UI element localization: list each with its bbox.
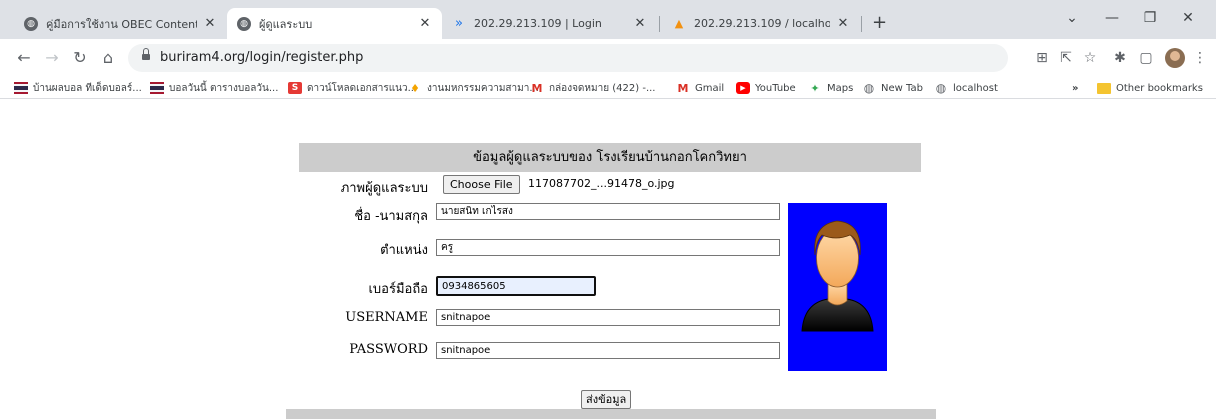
phone-input[interactable] bbox=[436, 276, 596, 296]
tab-strip: ◍ คู่มือการใช้งาน OBEC Content Cente ✕ ◍… bbox=[0, 0, 1216, 39]
position-label: ตำแหน่ง bbox=[380, 243, 428, 258]
extensions-puzzle-icon[interactable]: ✱ bbox=[1110, 48, 1130, 68]
folder-icon bbox=[1097, 82, 1111, 94]
form-header: ข้อมูลผู้ดูแลระบบของ โรงเรียนบ้านกอกโคกว… bbox=[299, 143, 921, 172]
bookmark-star-icon[interactable]: ☆ bbox=[1080, 48, 1100, 68]
maps-pin-icon: ✦ bbox=[810, 81, 820, 95]
thai-flag-icon bbox=[14, 82, 28, 94]
browser-toolbar: ← → ↻ ⌂ buriram4.org/login/register.php … bbox=[0, 39, 1216, 77]
photo-label: ภาพผู้ดูแลระบบ bbox=[340, 181, 428, 196]
globe-icon: ◍ bbox=[237, 16, 251, 31]
side-panel-icon[interactable]: ▢ bbox=[1136, 48, 1156, 68]
youtube-icon: ▶ bbox=[736, 82, 750, 94]
submit-button[interactable]: ส่งข้อมูล bbox=[581, 390, 632, 409]
username-label: USERNAME bbox=[345, 310, 428, 325]
gmail-icon: M bbox=[531, 81, 543, 95]
url-text: buriram4.org/login/register.php bbox=[160, 50, 364, 65]
bookmark-item[interactable]: บอลวันนี้ ตารางบอลวัน... bbox=[150, 80, 278, 96]
address-bar[interactable]: buriram4.org/login/register.php bbox=[128, 44, 1008, 72]
tab-title: 202.29.213.109 / localhost / burir bbox=[694, 17, 830, 30]
menu-kebab-icon[interactable]: ⋮ bbox=[1190, 48, 1210, 68]
bookmark-label: ดาวน์โหลดเอกสารแนว... bbox=[307, 82, 418, 94]
globe-icon: ◍ bbox=[935, 81, 947, 95]
bookmark-item[interactable]: M กล่องจดหมาย (422) -... bbox=[530, 80, 656, 96]
bookmark-label: บ้านผลบอล ทีเด็ดบอลร์... bbox=[33, 82, 142, 94]
fullname-input[interactable] bbox=[436, 203, 780, 220]
profile-avatar[interactable] bbox=[1165, 48, 1185, 68]
phpmyadmin-icon: ▲ bbox=[674, 17, 684, 30]
tab-separator bbox=[659, 16, 660, 32]
selected-file-name: 117087702_...91478_o.jpg bbox=[528, 177, 675, 190]
reload-icon[interactable]: ↻ bbox=[70, 48, 90, 68]
password-label: PASSWORD bbox=[349, 342, 428, 357]
bookmarks-overflow-chevron[interactable]: » bbox=[1072, 80, 1078, 96]
page-content: ข้อมูลผู้ดูแลระบบของ โรงเรียนบ้านกอกโคกว… bbox=[0, 100, 1216, 419]
tab-phpmyadmin[interactable]: ▲ 202.29.213.109 / localhost / burir ✕ bbox=[662, 8, 860, 39]
bookmark-item[interactable]: ◍ New Tab bbox=[862, 80, 923, 96]
bookmark-label: New Tab bbox=[881, 82, 923, 94]
s-logo-icon: S bbox=[288, 82, 302, 94]
phone-label: เบอร์มือถือ bbox=[368, 282, 428, 297]
bookmark-label: กล่องจดหมาย (422) -... bbox=[549, 82, 656, 94]
tab-title: ผู้ดูแลระบบ bbox=[259, 17, 313, 31]
choose-file-button[interactable]: Choose File bbox=[443, 175, 520, 194]
gmail-icon: M bbox=[677, 81, 689, 95]
tab-title: คู่มือการใช้งาน OBEC Content Cente bbox=[46, 17, 197, 31]
default-person-icon bbox=[801, 220, 874, 332]
bookmark-item[interactable]: ◍ localhost bbox=[934, 80, 998, 96]
globe-icon: ◍ bbox=[24, 16, 38, 31]
bookmark-item[interactable]: บ้านผลบอล ทีเด็ดบอลร์... bbox=[14, 80, 142, 96]
new-tab-plus-icon[interactable]: + bbox=[872, 12, 887, 33]
tab-title: 202.29.213.109 | Login bbox=[474, 17, 602, 30]
bookmark-item[interactable]: ▶ YouTube bbox=[736, 80, 796, 96]
fullname-label: ชื่อ -นามสกุล bbox=[354, 209, 428, 224]
home-icon[interactable]: ⌂ bbox=[98, 48, 118, 68]
back-arrow-icon[interactable]: ← bbox=[14, 48, 34, 68]
bookmark-item[interactable]: ♦ งานมหกรรมความสามา... bbox=[408, 80, 539, 96]
translate-icon[interactable]: ⊞ bbox=[1032, 48, 1052, 68]
chevron-right-icon: » bbox=[455, 16, 463, 31]
minimize-icon[interactable]: — bbox=[1102, 10, 1122, 26]
forward-arrow-icon[interactable]: → bbox=[42, 48, 62, 68]
close-icon[interactable]: ✕ bbox=[836, 16, 850, 31]
username-input[interactable] bbox=[436, 309, 780, 326]
bookmarks-bar: บ้านผลบอล ทีเด็ดบอลร์... บอลวันนี้ ตาราง… bbox=[0, 77, 1216, 99]
bookmark-label: งานมหกรรมความสามา... bbox=[427, 82, 539, 94]
close-icon[interactable]: ✕ bbox=[418, 16, 432, 31]
lock-icon bbox=[142, 48, 150, 62]
thai-flag-icon bbox=[150, 82, 164, 94]
share-icon[interactable]: ⇱ bbox=[1056, 48, 1076, 68]
password-input[interactable] bbox=[436, 342, 780, 359]
restore-icon[interactable]: ❐ bbox=[1140, 10, 1160, 26]
admin-photo-preview bbox=[788, 203, 887, 371]
bookmark-label: Other bookmarks bbox=[1116, 82, 1203, 94]
position-input[interactable] bbox=[436, 239, 780, 256]
other-bookmarks[interactable]: Other bookmarks bbox=[1097, 80, 1203, 96]
close-icon[interactable]: ✕ bbox=[203, 16, 217, 31]
bookmark-label: YouTube bbox=[755, 82, 796, 94]
bookmark-label: localhost bbox=[953, 82, 998, 94]
bookmark-label: บอลวันนี้ ตารางบอลวัน... bbox=[169, 82, 279, 94]
window-close-icon[interactable]: ✕ bbox=[1178, 10, 1198, 26]
bookmark-label: Maps bbox=[827, 82, 854, 94]
globe-icon: ◍ bbox=[863, 81, 875, 95]
flame-icon: ♦ bbox=[410, 81, 420, 95]
tab-search-chevron-icon[interactable]: ⌄ bbox=[1062, 10, 1082, 26]
bookmark-item[interactable]: M Gmail bbox=[676, 80, 725, 96]
bookmark-item[interactable]: S ดาวน์โหลดเอกสารแนว... bbox=[288, 80, 417, 96]
bookmark-label: Gmail bbox=[695, 82, 725, 94]
tab-login[interactable]: » 202.29.213.109 | Login ✕ bbox=[442, 8, 657, 39]
form-footer-bar bbox=[286, 409, 936, 419]
close-icon[interactable]: ✕ bbox=[633, 16, 647, 31]
tab-separator bbox=[861, 16, 862, 32]
bookmark-item[interactable]: ✦ Maps bbox=[808, 80, 853, 96]
tab-obec-manual[interactable]: ◍ คู่มือการใช้งาน OBEC Content Cente ✕ bbox=[14, 8, 227, 39]
tab-admin[interactable]: ◍ ผู้ดูแลระบบ ✕ bbox=[227, 8, 442, 39]
